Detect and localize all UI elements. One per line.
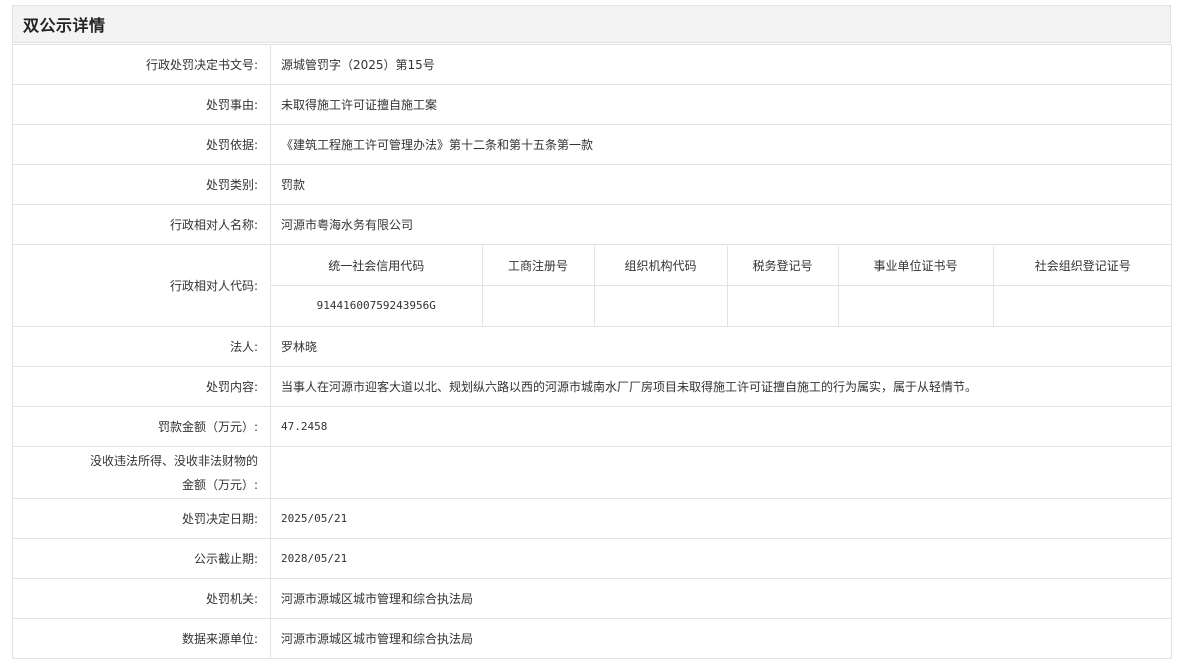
row-label-line: 没收违法所得、没收非法财物的 — [89, 453, 258, 468]
row-value: 未取得施工许可证擅自施工案 — [270, 84, 1172, 125]
codes-table: 统一社会信用代码 工商注册号 组织机构代码 税务登记号 事业单位证书号 社会组织… — [271, 245, 1172, 326]
row-value: 河源市源城区城市管理和综合执法局 — [270, 618, 1172, 659]
row-content: 处罚内容: 当事人在河源市迎客大道以北、规划纵六路以西的河源市城南水厂厂房项目未… — [12, 366, 1172, 407]
row-publish-end: 公示截止期: 2028/05/21 — [12, 538, 1172, 579]
codes-header-cell: 税务登记号 — [726, 245, 839, 286]
row-confiscation: 没收违法所得、没收非法财物的 金额（万元）: — [12, 446, 1172, 499]
row-label: 行政相对人名称: — [12, 204, 271, 245]
row-value: 当事人在河源市迎客大道以北、规划纵六路以西的河源市城南水厂厂房项目未取得施工许可… — [270, 366, 1172, 407]
row-label: 处罚内容: — [12, 366, 271, 407]
row-label: 罚款金额（万元）: — [12, 406, 271, 447]
panel-header: 双公示详情 — [12, 5, 1171, 43]
codes-header-cell: 组织机构代码 — [593, 245, 728, 286]
page-title: 双公示详情 — [23, 16, 106, 35]
row-data-source: 数据来源单位: 河源市源城区城市管理和综合执法局 — [12, 618, 1172, 659]
row-value: 罚款 — [270, 164, 1172, 205]
row-value — [270, 446, 1172, 499]
codes-value-cell: 91441600759243956G — [271, 285, 483, 326]
row-label: 处罚事由: — [12, 84, 271, 125]
row-label: 公示截止期: — [12, 538, 271, 579]
codes-header-cell: 统一社会信用代码 — [271, 245, 483, 286]
row-label: 数据来源单位: — [12, 618, 271, 659]
row-label: 处罚机关: — [12, 578, 271, 619]
row-label: 处罚依据: — [12, 124, 271, 165]
row-label: 法人: — [12, 326, 271, 367]
codes-value-cell — [726, 285, 839, 326]
codes-header-cell: 工商注册号 — [481, 245, 595, 286]
row-doc-no: 行政处罚决定书文号: 源城管罚字（2025）第15号 — [12, 44, 1172, 85]
row-party-code: 行政相对人代码: 统一社会信用代码 工商注册号 组织机构代码 税务登记号 事业单… — [12, 244, 1172, 327]
row-legal-person: 法人: 罗林晓 — [12, 326, 1172, 367]
codes-value-cell — [992, 285, 1172, 326]
row-authority: 处罚机关: 河源市源城区城市管理和综合执法局 — [12, 578, 1172, 619]
row-label-line: 金额（万元）: — [181, 477, 258, 492]
row-value: 河源市粤海水务有限公司 — [270, 204, 1172, 245]
detail-table: 行政处罚决定书文号: 源城管罚字（2025）第15号 处罚事由: 未取得施工许可… — [12, 44, 1172, 659]
row-basis: 处罚依据: 《建筑工程施工许可管理办法》第十二条和第十五条第一款 — [12, 124, 1172, 165]
row-label: 没收违法所得、没收非法财物的 金额（万元）: — [12, 446, 271, 499]
codes-header-cell: 事业单位证书号 — [837, 245, 994, 286]
row-value: 2025/05/21 — [270, 498, 1172, 539]
codes-value-cell — [481, 285, 595, 326]
codes-value-cell — [593, 285, 728, 326]
row-party-name: 行政相对人名称: 河源市粤海水务有限公司 — [12, 204, 1172, 245]
row-value: 罗林晓 — [270, 326, 1172, 367]
row-fine-amount: 罚款金额（万元）: 47.2458 — [12, 406, 1172, 447]
row-label: 处罚类别: — [12, 164, 271, 205]
details-panel: 双公示详情 行政处罚决定书文号: 源城管罚字（2025）第15号 处罚事由: 未… — [12, 5, 1172, 659]
codes-header-cell: 社会组织登记证号 — [992, 245, 1172, 286]
row-value: 2028/05/21 — [270, 538, 1172, 579]
row-value: 47.2458 — [270, 406, 1172, 447]
row-value: 河源市源城区城市管理和综合执法局 — [270, 578, 1172, 619]
codes-cell: 统一社会信用代码 工商注册号 组织机构代码 税务登记号 事业单位证书号 社会组织… — [270, 244, 1172, 327]
row-value: 源城管罚字（2025）第15号 — [270, 44, 1172, 85]
row-decision-date: 处罚决定日期: 2025/05/21 — [12, 498, 1172, 539]
row-label: 行政处罚决定书文号: — [12, 44, 271, 85]
codes-header-row: 统一社会信用代码 工商注册号 组织机构代码 税务登记号 事业单位证书号 社会组织… — [271, 245, 1172, 286]
row-label: 行政相对人代码: — [12, 244, 271, 327]
codes-value-cell — [837, 285, 994, 326]
row-reason: 处罚事由: 未取得施工许可证擅自施工案 — [12, 84, 1172, 125]
row-category: 处罚类别: 罚款 — [12, 164, 1172, 205]
codes-value-row: 91441600759243956G — [271, 285, 1172, 326]
row-label: 处罚决定日期: — [12, 498, 271, 539]
row-value: 《建筑工程施工许可管理办法》第十二条和第十五条第一款 — [270, 124, 1172, 165]
